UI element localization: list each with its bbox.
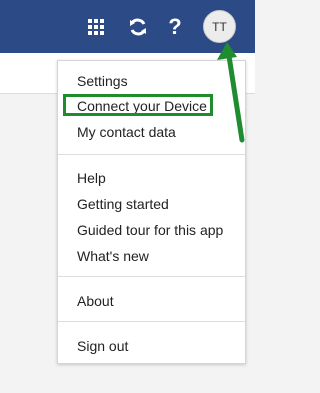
menu-item-about[interactable]: About: [77, 293, 114, 309]
help-icon-glyph: ?: [168, 14, 182, 39]
menu-item-guided-tour[interactable]: Guided tour for this app: [77, 222, 223, 238]
menu-item-help[interactable]: Help: [77, 170, 106, 186]
menu-item-getting-started[interactable]: Getting started: [77, 196, 169, 212]
menu-item-connect-your-device[interactable]: Connect your Device: [77, 98, 207, 114]
apps-grid-icon[interactable]: [82, 13, 110, 41]
help-icon[interactable]: ?: [161, 13, 189, 41]
menu-divider: [58, 154, 245, 155]
refresh-icon[interactable]: [124, 13, 152, 41]
top-navigation-bar: ? TT: [0, 0, 255, 53]
menu-divider: [58, 276, 245, 277]
user-avatar-button[interactable]: TT: [203, 10, 236, 43]
menu-item-whats-new[interactable]: What's new: [77, 248, 149, 264]
menu-item-sign-out[interactable]: Sign out: [77, 338, 128, 354]
user-dropdown-menu: Settings Connect your Device My contact …: [57, 60, 246, 364]
app-window: ? TT Settings Connect your Device My con…: [0, 0, 255, 393]
menu-item-settings[interactable]: Settings: [77, 73, 128, 89]
menu-divider: [58, 321, 245, 322]
menu-item-my-contact-data[interactable]: My contact data: [77, 124, 176, 140]
avatar-initials: TT: [212, 19, 227, 34]
